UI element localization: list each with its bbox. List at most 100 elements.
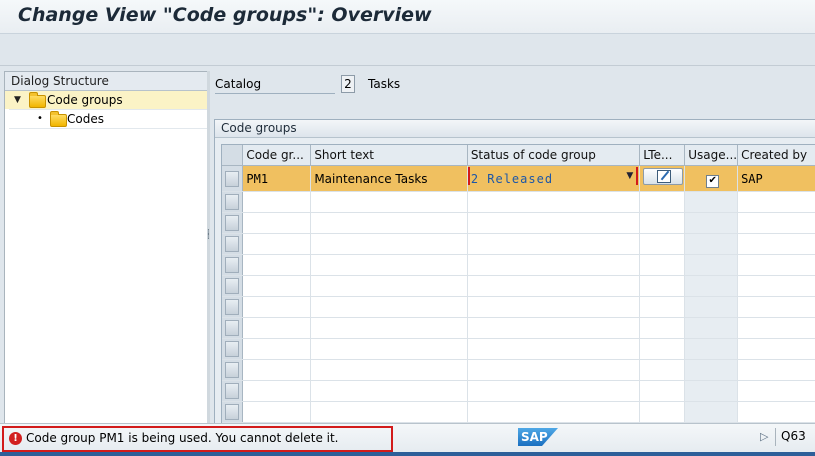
table-cell[interactable] <box>242 338 312 360</box>
table-cell[interactable] <box>684 191 739 213</box>
table-cell[interactable] <box>639 254 686 276</box>
table-cell[interactable] <box>639 401 686 423</box>
table-cell[interactable] <box>639 317 686 339</box>
table-cell[interactable] <box>467 191 641 213</box>
column-header-created-by[interactable]: Created by <box>737 145 815 166</box>
table-cell[interactable] <box>639 191 686 213</box>
table-cell[interactable] <box>684 338 739 360</box>
tree-item-codes[interactable]: • Codes <box>5 110 207 128</box>
tree-item-code-groups[interactable]: ▼ Code groups <box>5 91 207 109</box>
code-group-cell[interactable]: PM1 <box>242 165 312 192</box>
table-cell[interactable] <box>639 359 686 381</box>
table-cell[interactable] <box>684 275 739 297</box>
table-cell[interactable] <box>310 317 468 339</box>
table-row-empty[interactable] <box>222 296 815 318</box>
table-cell[interactable] <box>310 191 468 213</box>
table-row-empty[interactable] <box>222 212 815 234</box>
status-dropdown[interactable]: 2 Released ▼ <box>467 165 641 192</box>
error-message-box[interactable]: ! Code group PM1 is being used. You cann… <box>2 426 393 452</box>
table-cell[interactable] <box>684 212 739 234</box>
column-header-usage[interactable]: Usage... <box>684 145 739 166</box>
table-cell[interactable] <box>737 338 815 360</box>
table-cell[interactable] <box>467 296 641 318</box>
column-header-short-text[interactable]: Short text <box>310 145 468 166</box>
panel-splitter[interactable]: ⁞ ⁞ <box>207 71 210 423</box>
table-row-empty[interactable] <box>222 191 815 213</box>
table-cell[interactable] <box>684 296 739 318</box>
table-cell[interactable] <box>737 317 815 339</box>
usage-checkbox[interactable]: ✔ <box>706 174 720 188</box>
row-selector[interactable] <box>222 317 244 339</box>
row-selector[interactable] <box>222 165 244 192</box>
expand-status-icon[interactable]: ▷ <box>760 430 768 443</box>
table-row-empty[interactable] <box>222 275 815 297</box>
table-cell[interactable] <box>639 338 686 360</box>
table-row-empty[interactable] <box>222 254 815 276</box>
created-by-cell[interactable]: SAP <box>737 165 815 192</box>
table-cell[interactable] <box>242 401 312 423</box>
table-cell[interactable] <box>737 359 815 381</box>
table-row[interactable]: PM1 Maintenance Tasks 2 Released ▼ ✔ SAP <box>222 165 815 192</box>
table-cell[interactable] <box>242 275 312 297</box>
table-cell[interactable] <box>467 233 641 255</box>
table-cell[interactable] <box>639 212 686 234</box>
table-cell[interactable] <box>684 233 739 255</box>
table-cell[interactable] <box>639 380 686 402</box>
table-cell[interactable] <box>737 380 815 402</box>
table-cell[interactable] <box>684 254 739 276</box>
row-selector[interactable] <box>222 380 244 402</box>
table-cell[interactable] <box>310 401 468 423</box>
row-selector[interactable] <box>222 275 244 297</box>
row-selector[interactable] <box>222 401 244 423</box>
column-header-long-text[interactable]: LTe... <box>639 145 686 166</box>
table-cell[interactable] <box>467 254 641 276</box>
table-cell[interactable] <box>639 275 686 297</box>
table-cell[interactable] <box>310 254 468 276</box>
table-cell[interactable] <box>310 275 468 297</box>
row-selector[interactable] <box>222 338 244 360</box>
row-selector[interactable] <box>222 254 244 276</box>
short-text-cell[interactable]: Maintenance Tasks <box>310 165 468 192</box>
row-selector[interactable] <box>222 212 244 234</box>
table-row-empty[interactable] <box>222 401 815 423</box>
dropdown-arrow-icon[interactable]: ▼ <box>626 166 633 186</box>
splitter-grip-icon[interactable]: ⁞ ⁞ <box>207 229 210 242</box>
table-cell[interactable] <box>467 338 641 360</box>
table-cell[interactable] <box>310 359 468 381</box>
table-cell[interactable] <box>242 296 312 318</box>
column-header-status[interactable]: Status of code group <box>467 145 641 166</box>
table-row-empty[interactable] <box>222 338 815 360</box>
table-cell[interactable] <box>467 359 641 381</box>
table-cell[interactable] <box>242 359 312 381</box>
table-cell[interactable] <box>467 380 641 402</box>
table-cell[interactable] <box>737 212 815 234</box>
table-cell[interactable] <box>684 401 739 423</box>
table-cell[interactable] <box>737 233 815 255</box>
table-cell[interactable] <box>242 380 312 402</box>
table-cell[interactable] <box>684 359 739 381</box>
table-cell[interactable] <box>639 233 686 255</box>
row-selector[interactable] <box>222 296 244 318</box>
table-cell[interactable] <box>310 296 468 318</box>
table-row-empty[interactable] <box>222 380 815 402</box>
table-cell[interactable] <box>310 338 468 360</box>
row-selector[interactable] <box>222 359 244 381</box>
tree-expand-arrow-icon[interactable]: ▼ <box>14 91 21 109</box>
table-cell[interactable] <box>737 275 815 297</box>
table-cell[interactable] <box>737 296 815 318</box>
select-all-cell[interactable] <box>222 145 244 166</box>
table-cell[interactable] <box>737 191 815 213</box>
table-cell[interactable] <box>737 254 815 276</box>
table-cell[interactable] <box>737 401 815 423</box>
long-text-edit-button[interactable] <box>643 168 684 185</box>
column-header-code-group[interactable]: Code gr... <box>242 145 312 166</box>
table-cell[interactable] <box>467 212 641 234</box>
table-cell[interactable] <box>310 233 468 255</box>
table-cell[interactable] <box>310 380 468 402</box>
table-cell[interactable] <box>684 380 739 402</box>
table-cell[interactable] <box>242 191 312 213</box>
table-cell[interactable] <box>242 212 312 234</box>
table-row-empty[interactable] <box>222 233 815 255</box>
table-row-empty[interactable] <box>222 317 815 339</box>
table-cell[interactable] <box>684 317 739 339</box>
